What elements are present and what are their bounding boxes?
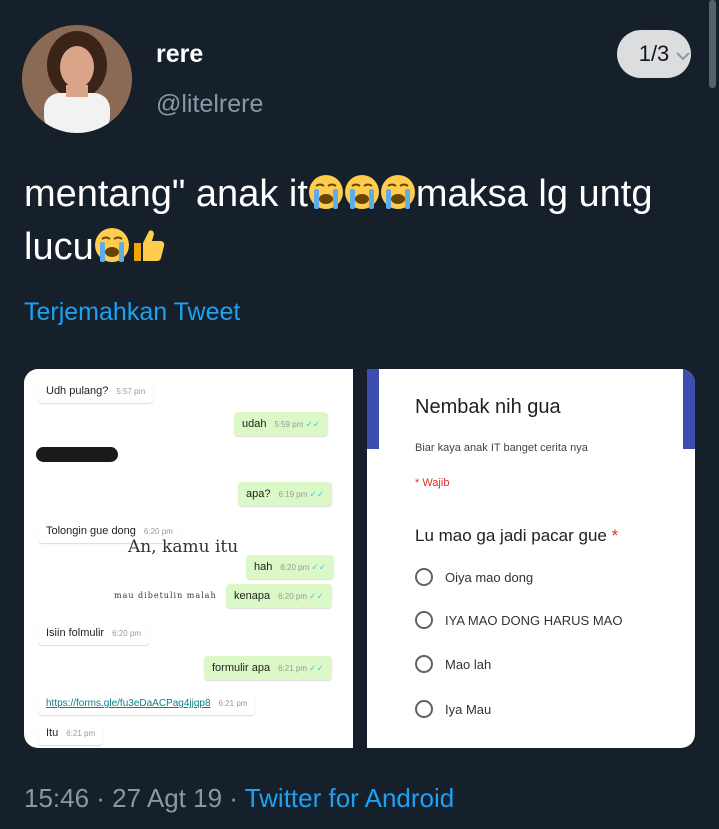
form-link: https://forms.gle/fu3eDaACPag4jjqp8 xyxy=(46,698,211,709)
form-description: Biar kaya anak IT banget cerita nya xyxy=(415,442,588,454)
thumbs-up-icon xyxy=(130,225,166,261)
translate-tweet-link[interactable]: Terjemahkan Tweet xyxy=(24,298,240,327)
redacted-message xyxy=(36,447,118,462)
chat-message-text: Tolongin gue dong xyxy=(46,525,136,537)
chat-message-text: hah xyxy=(254,561,273,573)
chat-message: apa? 6:19 pm ✓✓ xyxy=(238,482,333,506)
chat-message-time: 6:19 pm xyxy=(278,490,308,499)
chat-message-text: kenapa xyxy=(234,590,271,602)
tweet-text-part-1: mentang" anak it xyxy=(24,173,308,215)
radio-button-icon xyxy=(415,568,433,586)
read-ticks-icon: ✓✓ xyxy=(309,489,325,499)
read-ticks-icon: ✓✓ xyxy=(305,419,321,429)
chat-message-time: 5:57 pm xyxy=(116,387,146,396)
chat-message: Isiin folmulir 6:20 pm xyxy=(38,621,149,645)
loudly-crying-face-icon xyxy=(94,225,130,262)
chat-message: udah 5:59 pm ✓✓ xyxy=(234,412,329,436)
form-accent-right xyxy=(683,369,695,449)
chat-message-text: udah xyxy=(242,418,267,430)
chat-message-time: 6:20 pm xyxy=(278,592,307,601)
chevron-down-icon[interactable] xyxy=(676,48,690,64)
form-option-label: Iya Mau xyxy=(445,701,492,717)
loudly-crying-face-icon xyxy=(308,172,344,209)
read-ticks-icon: ✓✓ xyxy=(309,591,325,601)
chat-message-time: 6:20 pm xyxy=(112,629,141,638)
chat-message: https://forms.gle/fu3eDaACPag4jjqp8 6:21 … xyxy=(38,691,256,715)
loudly-crying-face-icon xyxy=(344,172,380,209)
form-option: Iya Mau xyxy=(415,700,491,718)
chat-message-time: 6:21 pm xyxy=(218,699,248,708)
chat-message-time: 6:20 pm xyxy=(143,527,173,536)
read-ticks-icon: ✓✓ xyxy=(308,663,325,673)
tweet-text: mentang" anak it maksa lg untg lucu xyxy=(24,168,704,274)
chat-message-text: Itu xyxy=(46,727,59,739)
chat-message: formulir apa 6:21 pm ✓✓ xyxy=(204,656,333,680)
tweet-timestamp[interactable]: 15:46 · 27 Agt 19 · xyxy=(24,783,245,813)
radio-button-icon xyxy=(415,611,433,629)
chat-message-text: apa? xyxy=(246,488,271,500)
loudly-crying-face-icon xyxy=(380,172,416,209)
form-title: Nembak nih gua xyxy=(415,396,561,418)
chat-message: Udh pulang? 5:57 pm xyxy=(38,379,154,403)
form-option: Mao lah xyxy=(415,655,491,673)
tweet-meta: 15:46 · 27 Agt 19 · Twitter for Android xyxy=(24,783,454,814)
handwriting-overlay: mau dibetulin malah xyxy=(114,591,217,600)
chat-message-time: 6:21 pm xyxy=(66,729,96,738)
chat-message-text: Isiin folmulir xyxy=(46,627,105,639)
handwriting-overlay: An, kamu itu xyxy=(128,537,239,557)
scrollbar[interactable] xyxy=(709,0,716,88)
chat-message-time: 6:20 pm xyxy=(280,563,310,572)
read-ticks-icon: ✓✓ xyxy=(311,562,327,572)
form-screenshot-image[interactable]: Nembak nih gua Biar kaya anak IT banget … xyxy=(367,369,695,748)
radio-button-icon xyxy=(415,700,433,718)
form-question-text: Lu mao ga jadi pacar gue xyxy=(415,526,607,545)
media-counter-label: 1/3 xyxy=(638,41,670,66)
chat-message-text: Udh pulang? xyxy=(46,385,109,397)
form-option: IYA MAO DONG HARUS MAO xyxy=(415,611,622,629)
chat-message-time: 6:21 pm xyxy=(278,664,307,673)
avatar[interactable] xyxy=(22,25,132,133)
chat-message: kenapa 6:20 pm ✓✓ xyxy=(226,584,333,608)
radio-button-icon xyxy=(415,655,433,673)
chat-message-time: 5:59 pm xyxy=(274,420,304,429)
chat-message: hah 6:20 pm ✓✓ xyxy=(246,555,335,579)
user-handle[interactable]: @litelrere xyxy=(156,90,263,119)
chat-screenshot-image[interactable]: Udh pulang? 5:57 pm udah 5:59 pm ✓✓ apa? 6:1… xyxy=(24,369,353,748)
chat-message: Itu 6:21 pm xyxy=(38,721,104,745)
source-app-link[interactable]: Twitter for Android xyxy=(245,783,455,813)
form-accent-left xyxy=(367,369,379,449)
form-option: Oiya mao dong xyxy=(415,568,533,586)
form-option-label: Oiya mao dong xyxy=(445,569,534,585)
required-star: * xyxy=(611,526,619,545)
form-required-note: * Wajib xyxy=(415,477,450,489)
form-option-label: IYA MAO DONG HARUS MAO xyxy=(445,612,623,628)
form-option-label: Mao lah xyxy=(445,656,492,672)
form-question: Lu mao ga jadi pacar gue * xyxy=(415,526,618,546)
display-name[interactable]: rere xyxy=(156,40,203,69)
chat-message-text: formulir apa xyxy=(212,662,271,674)
